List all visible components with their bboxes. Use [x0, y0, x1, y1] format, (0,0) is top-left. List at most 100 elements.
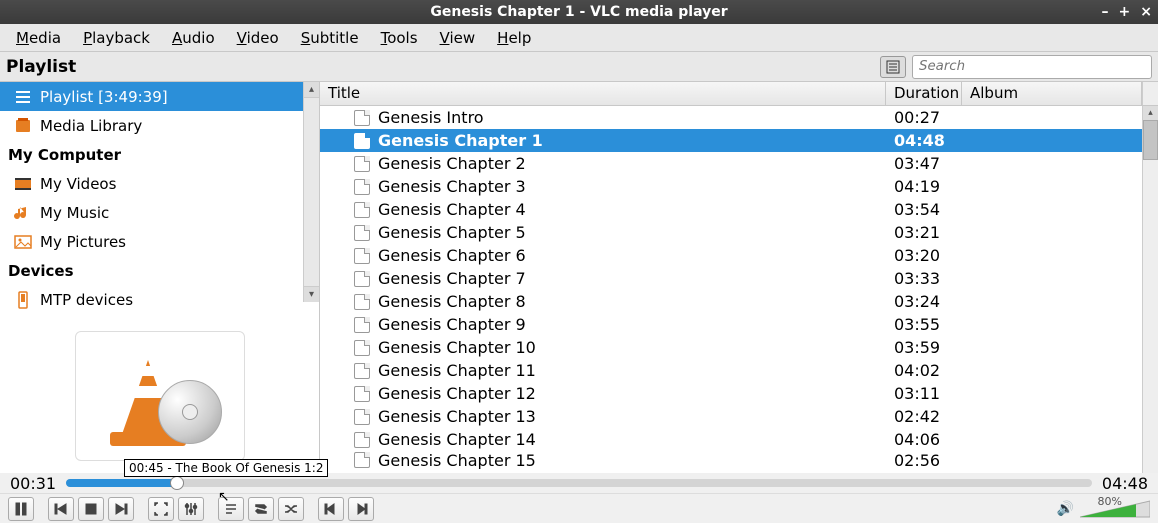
track-title: Genesis Chapter 11: [378, 361, 886, 380]
menu-audio[interactable]: Audio: [162, 27, 225, 49]
file-icon: [354, 179, 370, 195]
seek-knob[interactable]: [170, 476, 184, 490]
column-title[interactable]: Title: [320, 82, 886, 105]
scroll-up-icon[interactable]: ▴: [1143, 106, 1158, 120]
pause-button[interactable]: [8, 497, 34, 521]
track-row[interactable]: Genesis Chapter 14 04:06: [320, 428, 1158, 451]
album-art: [75, 331, 245, 461]
track-row[interactable]: Genesis Chapter 1302:42: [320, 405, 1158, 428]
track-duration: 04:02: [894, 361, 970, 380]
track-duration: 04:48: [894, 131, 970, 150]
column-album[interactable]: Album: [962, 82, 1142, 105]
track-duration: 03:11: [894, 384, 970, 403]
column-duration[interactable]: Duration: [886, 82, 962, 105]
track-duration: 04:06: [894, 430, 970, 449]
track-row[interactable]: Genesis Chapter 503:21: [320, 221, 1158, 244]
skip-back-button[interactable]: [318, 497, 344, 521]
menu-media[interactable]: Media: [6, 27, 71, 49]
track-row[interactable]: Genesis Chapter 3 04:19: [320, 175, 1158, 198]
window-minimize-button[interactable]: –: [1102, 4, 1109, 20]
sidebar-item-label: My Music: [40, 204, 109, 222]
sidebar-item-label: My Pictures: [40, 233, 126, 251]
menu-playback[interactable]: Playback: [73, 27, 160, 49]
fullscreen-button[interactable]: [148, 497, 174, 521]
track-row[interactable]: Genesis Chapter 1 04:48: [320, 129, 1158, 152]
sidebar-item-media-library[interactable]: Media Library: [0, 111, 319, 140]
speaker-icon[interactable]: 🔊: [1057, 501, 1074, 517]
menu-video[interactable]: Video: [227, 27, 289, 49]
sidebar-item-mtp-devices[interactable]: MTP devices: [0, 285, 319, 314]
track-title: Genesis Intro: [378, 108, 886, 127]
extended-settings-button[interactable]: [178, 497, 204, 521]
track-row[interactable]: Genesis Chapter 203:47: [320, 152, 1158, 175]
track-duration: 03:54: [894, 200, 970, 219]
track-row[interactable]: Genesis Chapter 603:20: [320, 244, 1158, 267]
control-bar: 🔊 80%: [0, 493, 1158, 523]
loop-button[interactable]: [248, 497, 274, 521]
track-title: Genesis Chapter 3: [378, 177, 886, 196]
track-row[interactable]: Genesis Chapter 403:54: [320, 198, 1158, 221]
mtp-icon: [14, 291, 32, 309]
menu-tools[interactable]: Tools: [371, 27, 428, 49]
track-title: Genesis Chapter 1: [378, 131, 886, 150]
track-duration: 04:19: [894, 177, 970, 196]
scroll-thumb[interactable]: [1143, 120, 1158, 160]
track-title: Genesis Chapter 7: [378, 269, 886, 288]
seek-bar[interactable]: ↖: [66, 479, 1092, 487]
skip-forward-button[interactable]: [348, 497, 374, 521]
previous-button[interactable]: [48, 497, 74, 521]
stop-button[interactable]: [78, 497, 104, 521]
file-icon: [354, 271, 370, 287]
track-row[interactable]: Genesis Chapter 11 04:02: [320, 359, 1158, 382]
file-icon: [354, 294, 370, 310]
sidebar-item-my-videos[interactable]: My Videos: [0, 169, 319, 198]
music-icon: [14, 204, 32, 222]
sidebar-item-label: MTP devices: [40, 291, 133, 309]
menu-view[interactable]: View: [430, 27, 486, 49]
sidebar-scrollbar[interactable]: ▴ ▾: [303, 82, 319, 302]
sidebar-item-my-music[interactable]: My Music: [0, 198, 319, 227]
track-title: Genesis Chapter 13: [378, 407, 886, 426]
track-title: Genesis Chapter 14: [378, 430, 886, 449]
track-row[interactable]: Genesis Chapter 903:55: [320, 313, 1158, 336]
list-scrollbar[interactable]: ▴: [1142, 106, 1158, 473]
track-duration: 03:33: [894, 269, 970, 288]
menu-help[interactable]: Help: [487, 27, 541, 49]
search-input[interactable]: [912, 55, 1152, 79]
track-title: Genesis Chapter 12: [378, 384, 886, 403]
track-row[interactable]: Genesis Intro 00:27: [320, 106, 1158, 129]
file-icon: [354, 248, 370, 264]
track-row[interactable]: Genesis Chapter 803:24: [320, 290, 1158, 313]
file-icon: [354, 317, 370, 333]
track-duration: 00:27: [894, 108, 970, 127]
window-close-button[interactable]: ×: [1140, 4, 1152, 20]
sidebar-item-my-pictures[interactable]: My Pictures: [0, 227, 319, 256]
track-row[interactable]: Genesis Chapter 1003:59: [320, 336, 1158, 359]
time-total: 04:48: [1102, 474, 1148, 493]
sidebar-item-playlist-3-49-39-[interactable]: Playlist [3:49:39]: [0, 82, 319, 111]
track-title: Genesis Chapter 15: [378, 451, 886, 469]
volume-slider[interactable]: [1080, 499, 1150, 519]
view-toggle-button[interactable]: [880, 56, 906, 78]
window-maximize-button[interactable]: +: [1119, 4, 1131, 20]
track-row[interactable]: Genesis Chapter 12 03:11: [320, 382, 1158, 405]
disc-icon: [158, 380, 222, 444]
track-row[interactable]: Genesis Chapter 15 02:56: [320, 451, 1158, 469]
sidebar-item-label: My Videos: [40, 175, 116, 193]
track-duration: 03:59: [894, 338, 970, 357]
file-icon: [354, 432, 370, 448]
file-icon: [354, 340, 370, 356]
scroll-up-icon[interactable]: ▴: [304, 82, 319, 98]
file-icon: [354, 386, 370, 402]
file-icon: [354, 202, 370, 218]
playlist-title: Playlist: [6, 57, 76, 77]
file-icon: [354, 363, 370, 379]
scroll-down-icon[interactable]: ▾: [304, 286, 319, 302]
file-icon: [354, 452, 370, 468]
track-duration: 03:47: [894, 154, 970, 173]
track-duration: 02:56: [894, 451, 970, 469]
next-button[interactable]: [108, 497, 134, 521]
shuffle-button[interactable]: [278, 497, 304, 521]
track-row[interactable]: Genesis Chapter 7 03:33: [320, 267, 1158, 290]
menu-subtitle[interactable]: Subtitle: [291, 27, 369, 49]
